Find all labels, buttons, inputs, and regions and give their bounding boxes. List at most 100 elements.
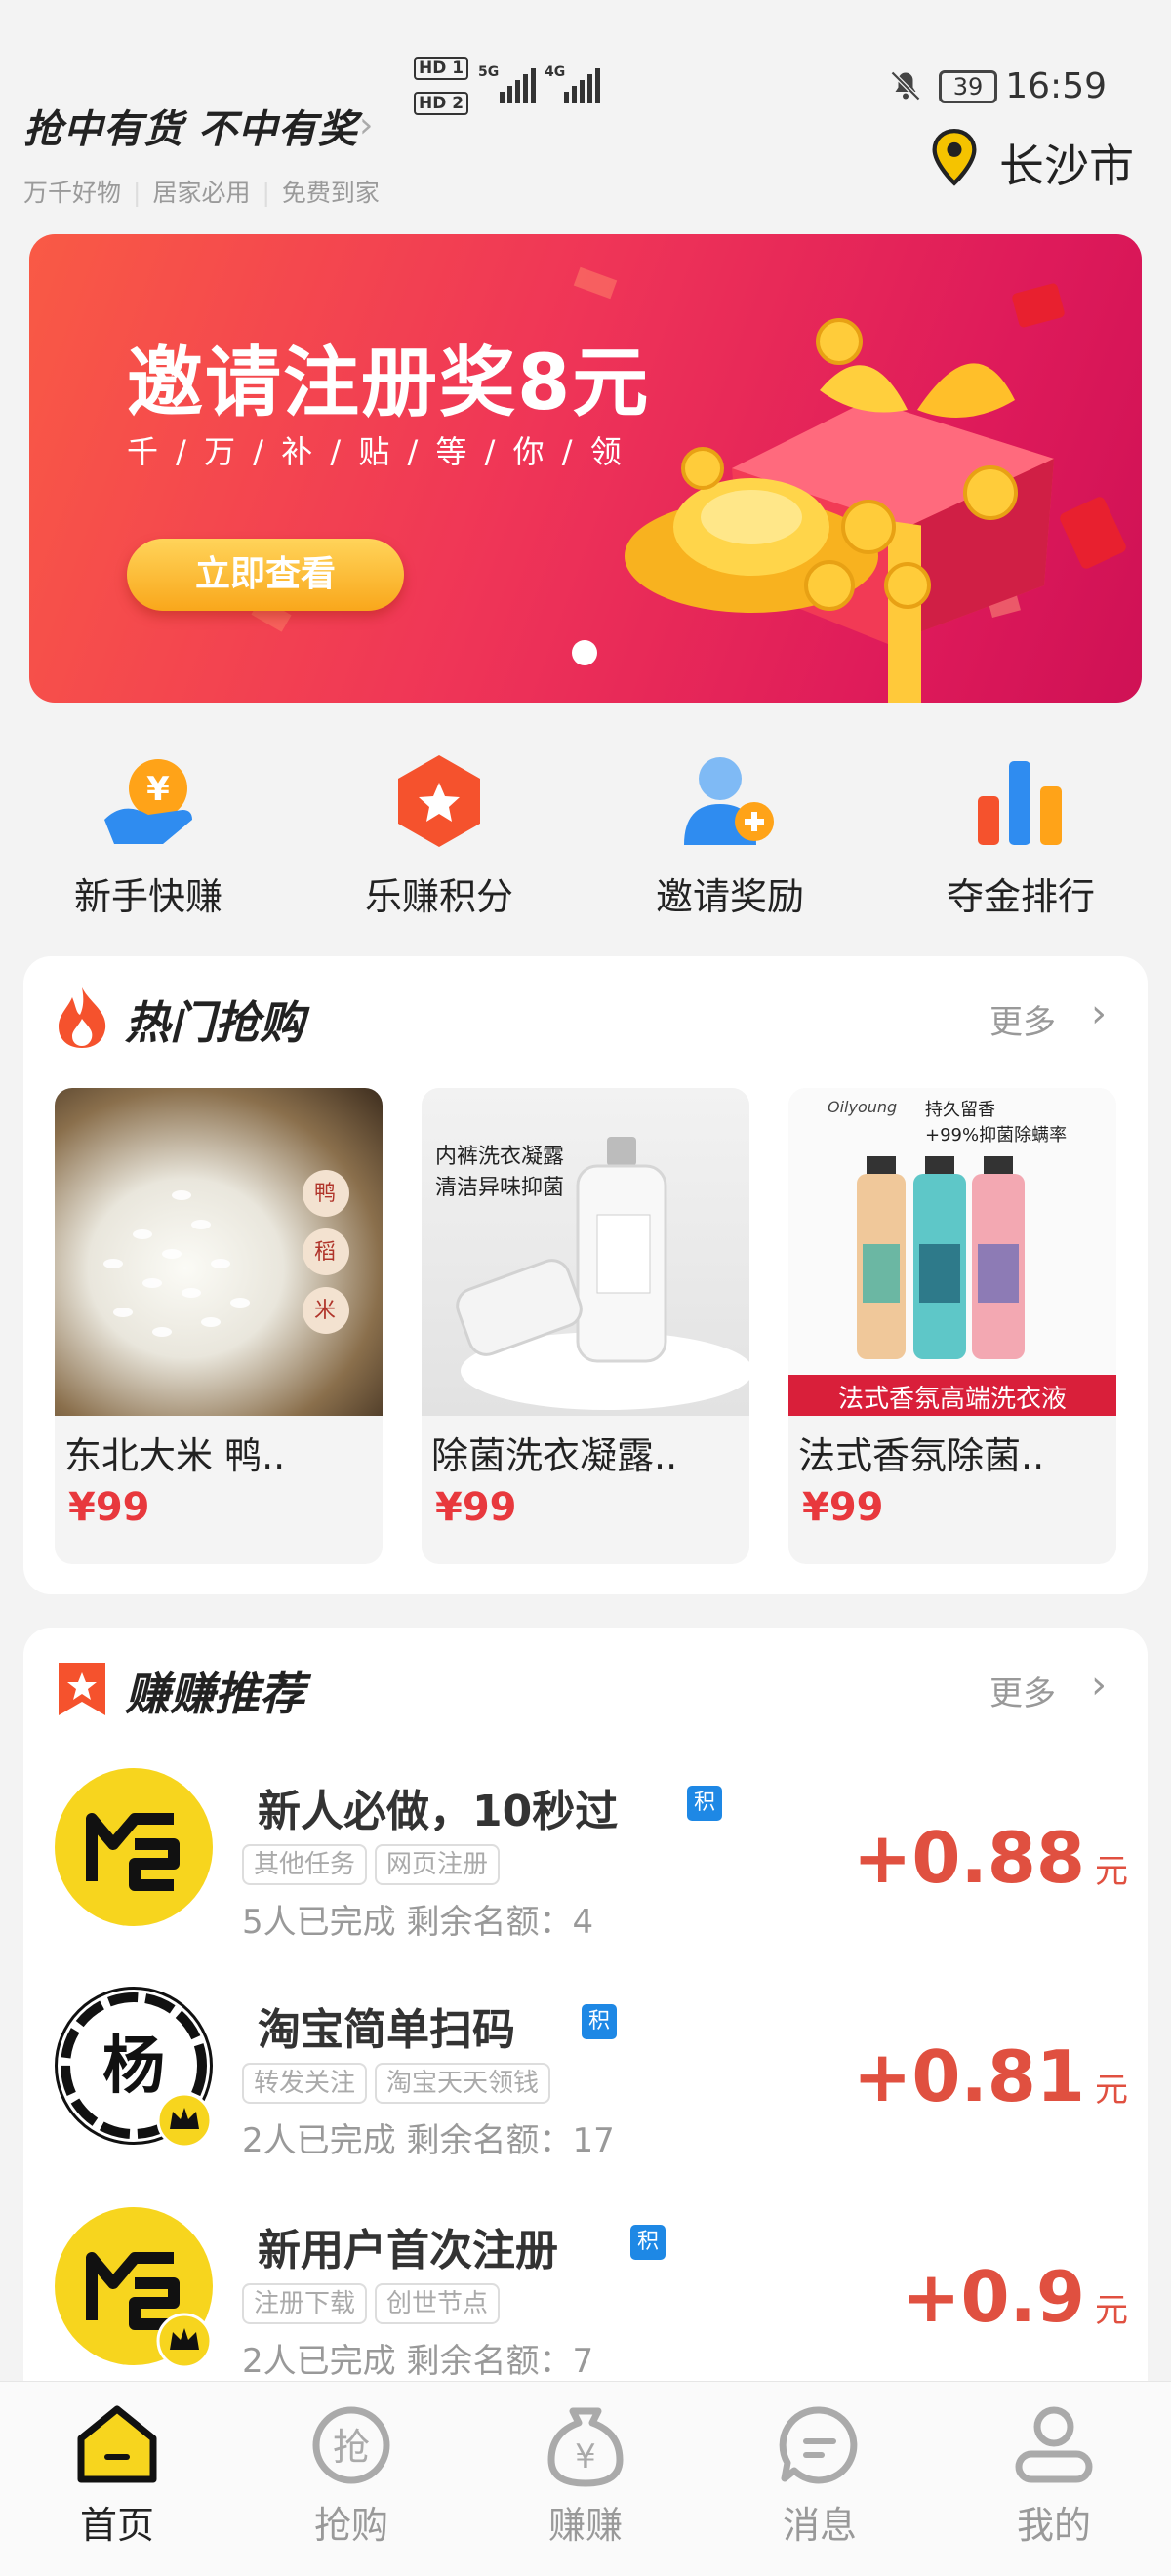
product-card[interactable]: 内裤洗衣凝露 清洁异味抑菌 除菌洗衣凝露.. ¥99 <box>422 1088 749 1564</box>
task-tag: 网页注册 <box>375 1844 501 1885</box>
product-card[interactable]: 鸭 稻 米 东北大米 鸭.. ¥99 <box>55 1088 383 1564</box>
chevron-right-icon[interactable]: › <box>359 105 373 145</box>
product-price: ¥99 <box>802 1485 884 1530</box>
user-icon <box>1015 2406 1093 2483</box>
home-icon <box>77 2405 157 2483</box>
quick-nav-label: 邀请奖励 <box>655 875 804 918</box>
bell-muted-icon <box>888 68 923 111</box>
tab-home[interactable]: 首页 <box>0 2403 234 2549</box>
image-text: +99%抑菌除螨率 <box>925 1125 1068 1146</box>
hd2-indicator: HD 2 <box>414 92 469 115</box>
image-text: 内裤洗衣凝露 <box>435 1145 565 1169</box>
product-name: 东北大米 鸭.. <box>64 1434 286 1477</box>
quick-nav-ranking[interactable]: 夺金排行 <box>874 751 1167 920</box>
view-now-button[interactable]: 立即查看 <box>127 539 404 611</box>
image-text: 米 <box>314 1299 337 1323</box>
network-type-1: 5G <box>478 64 500 80</box>
city-selector[interactable]: 长沙市 <box>999 131 1134 195</box>
task-reward: +0.81 元 <box>853 2035 1128 2117</box>
tab-glyph: 抢 <box>333 2426 370 2469</box>
product-image: Oilyoung 持久留香 +99%抑菌除螨率 法式香氛高端洗衣液 <box>788 1088 1116 1416</box>
reward-amount: +0.9 <box>902 2256 1085 2338</box>
task-avatar <box>55 1768 213 1926</box>
star-hexagon-icon <box>398 755 480 847</box>
add-user-icon <box>684 757 774 845</box>
task-tag: 转发关注 <box>242 2063 368 2104</box>
points-badge: 积 <box>582 2004 617 2039</box>
tab-label: 抢购 <box>313 2504 388 2547</box>
task-title: 淘宝简单扫码 <box>258 2005 515 2055</box>
product-image: 内裤洗衣凝露 清洁异味抑菌 <box>422 1088 749 1416</box>
task-item[interactable]: 杨 淘宝简单扫码 积 转发关注 淘宝天天领钱 2人已完成 剩余名额：17 +0.8… <box>55 1987 1128 2182</box>
task-tags: 转发关注 淘宝天天领钱 <box>242 2063 558 2104</box>
quick-nav-points[interactable]: 乐赚积分 <box>293 751 586 920</box>
bar-chart-icon <box>978 761 1062 845</box>
clock: 16:59 <box>1005 66 1107 106</box>
image-text: 清洁异味抑菌 <box>435 1176 565 1200</box>
slogan-subtags: 万千好物 | 居家必用 | 免费到家 <box>23 179 380 207</box>
product-card[interactable]: Oilyoung 持久留香 +99%抑菌除螨率 法式香氛高端洗衣液 法式香氛除菌… <box>788 1088 1116 1564</box>
points-badge: 积 <box>687 1786 722 1821</box>
svg-text:¥: ¥ <box>146 770 170 809</box>
tab-label: 消息 <box>782 2504 857 2547</box>
quick-nav-label: 乐赚积分 <box>364 875 513 918</box>
image-text: 稻 <box>314 1240 337 1265</box>
product-name: 法式香氛除菌.. <box>798 1434 1045 1477</box>
image-text: 法式香氛高端洗衣液 <box>837 1385 1067 1414</box>
tab-label: 我的 <box>1016 2504 1091 2547</box>
task-title: 新用户首次注册 <box>258 2226 558 2275</box>
crown-icon <box>156 2092 213 2153</box>
tab-label: 赚赚 <box>547 2504 623 2547</box>
carousel-indicator[interactable] <box>572 640 597 665</box>
section-title-recommend: 赚赚推荐 <box>125 1668 304 1720</box>
image-text: Oilyoung <box>828 1098 898 1116</box>
task-item[interactable]: 新人必做，10秒过 积 其他任务 网页注册 5人已完成 剩余名额：4 +0.88 元 <box>55 1768 1128 1963</box>
task-tags: 其他任务 网页注册 <box>242 1844 507 1885</box>
more-link-recommend[interactable]: 更多 <box>989 1667 1056 1714</box>
product-name: 除菌洗衣凝露.. <box>431 1434 678 1477</box>
product-image: 鸭 稻 米 <box>55 1088 383 1416</box>
fire-icon <box>55 986 109 1054</box>
signal-icon <box>500 68 539 103</box>
bookmark-star-icon <box>55 1659 109 1723</box>
chevron-right-icon[interactable]: › <box>1091 1663 1107 1708</box>
quick-nav-newbie[interactable]: ¥ 新手快赚 <box>2 751 295 920</box>
tab-purchase[interactable]: 抢 抢购 <box>234 2403 468 2549</box>
coin-hand-icon: ¥ <box>104 759 192 844</box>
reward-unit: 元 <box>1095 2071 1128 2110</box>
task-tags: 注册下载 创世节点 <box>242 2283 507 2324</box>
tab-earn[interactable]: ¥ 赚赚 <box>468 2403 703 2549</box>
task-tag: 注册下载 <box>242 2283 368 2324</box>
product-price: ¥99 <box>435 1485 517 1530</box>
chevron-right-icon[interactable]: › <box>1091 991 1107 1036</box>
task-item[interactable]: 新用户首次注册 积 注册下载 创世节点 2人已完成 剩余名额：7 +0.9 元 <box>55 2207 1128 2402</box>
app-slogan[interactable]: 抢中有货 不中有奖 <box>23 98 358 154</box>
tab-messages[interactable]: 消息 <box>703 2403 937 2549</box>
image-text: 持久留香 <box>925 1100 995 1120</box>
reward-unit: 元 <box>1095 2291 1128 2330</box>
quick-nav-label: 夺金排行 <box>946 875 1095 918</box>
section-title-hot: 热门抢购 <box>125 996 304 1049</box>
quick-nav-label: 新手快赚 <box>73 875 222 918</box>
reward-amount: +0.88 <box>853 1817 1085 1899</box>
image-text: 鸭 <box>314 1182 337 1206</box>
more-link-hot[interactable]: 更多 <box>989 995 1056 1043</box>
tab-profile[interactable]: 我的 <box>937 2403 1171 2549</box>
task-tag: 创世节点 <box>375 2283 501 2324</box>
task-tag: 其他任务 <box>242 1844 368 1885</box>
task-stats: 2人已完成 剩余名额：7 <box>242 2342 594 2381</box>
subtag: 居家必用 <box>152 179 251 207</box>
task-reward: +0.9 元 <box>902 2256 1128 2338</box>
task-reward: +0.88 元 <box>853 1817 1128 1899</box>
location-pin-icon[interactable] <box>929 128 980 191</box>
quick-nav-invite[interactable]: 邀请奖励 <box>584 751 876 920</box>
network-type-2: 4G <box>545 64 566 80</box>
crown-icon <box>156 2313 213 2373</box>
task-title: 新人必做，10秒过 <box>258 1787 619 1836</box>
subtag: 万千好物 <box>23 179 122 207</box>
message-icon <box>779 2406 858 2484</box>
money-bag-icon: ¥ <box>547 2407 624 2487</box>
product-price: ¥99 <box>68 1485 150 1530</box>
reward-unit: 元 <box>1095 1852 1128 1891</box>
banner-subtitle: 千 / 万 / 补 / 贴 / 等 / 你 / 领 <box>127 433 626 470</box>
